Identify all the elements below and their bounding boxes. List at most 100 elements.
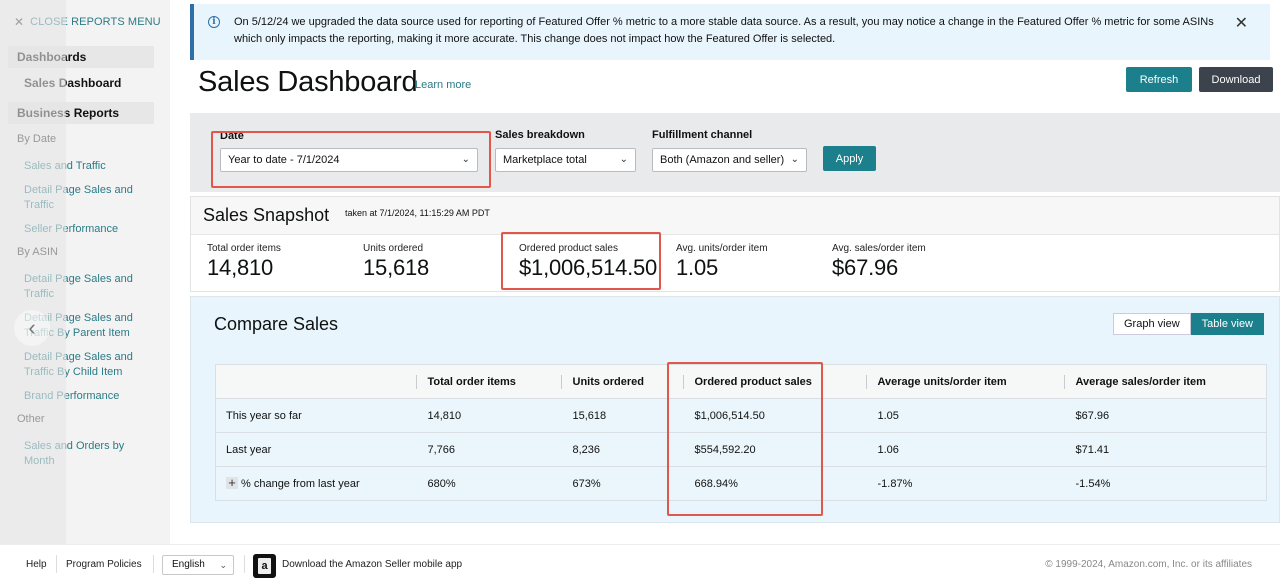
- column-header: [215, 364, 416, 399]
- table-cell: -1.87%: [865, 466, 1064, 501]
- page-title: Sales Dashboard: [198, 66, 418, 98]
- sales-breakdown-select[interactable]: Marketplace total ⌄: [495, 148, 636, 172]
- business-reports-heading: Business Reports: [8, 102, 154, 124]
- table-cell: -1.54%: [1063, 466, 1267, 501]
- table-cell: $71.41: [1063, 432, 1267, 467]
- page: ✕ CLOSE REPORTS MENU Dashboards Sales Da…: [0, 0, 1280, 584]
- metric-value: $1,006,514.50: [519, 255, 658, 280]
- row-label: +% change from last year: [215, 466, 416, 501]
- chevron-down-icon: ⌄: [219, 560, 227, 570]
- metric-value: 14,810: [207, 255, 274, 280]
- table-header-row: Total order items Units ordered Ordered …: [215, 364, 1267, 399]
- column-header: Total order items: [415, 364, 561, 399]
- banner-close-icon[interactable]: ✕: [1235, 13, 1248, 33]
- group-label-other: Other: [17, 413, 45, 425]
- table-cell: 14,810: [415, 398, 561, 433]
- apply-button[interactable]: Apply: [823, 146, 876, 171]
- download-app-link[interactable]: Download the Amazon Seller mobile app: [282, 559, 462, 570]
- info-banner: i On 5/12/24 we upgraded the data source…: [190, 4, 1270, 60]
- language-select[interactable]: English ⌄: [162, 555, 234, 575]
- column-header: Average sales/order item: [1063, 364, 1267, 399]
- metric-value: $67.96: [832, 255, 899, 280]
- table-row: +% change from last year 680% 673% 668.9…: [215, 466, 1267, 501]
- metric-label: Avg. units/order item: [676, 243, 768, 254]
- dashboards-heading: Dashboards: [8, 46, 154, 68]
- table-cell: 1.05: [865, 398, 1064, 433]
- fulfillment-channel-value: Both (Amazon and seller): [660, 154, 785, 166]
- info-icon: i: [208, 16, 220, 28]
- metric-avg-sales-order-item: Avg. sales/order item $67.96: [832, 243, 926, 281]
- column-header: Average units/order item: [865, 364, 1064, 399]
- metric-avg-units-order-item: Avg. units/order item 1.05: [676, 243, 768, 281]
- close-reports-menu-button[interactable]: ✕ CLOSE REPORTS MENU: [0, 12, 170, 32]
- compare-sales-table: Total order items Units ordered Ordered …: [215, 364, 1267, 501]
- date-select-value: Year to date - 7/1/2024: [228, 154, 340, 166]
- row-label: Last year: [215, 432, 416, 467]
- fulfillment-channel-select[interactable]: Both (Amazon and seller) ⌄: [652, 148, 807, 172]
- page-footer: Help Program Policies English ⌄ a Downlo…: [0, 544, 1280, 584]
- table-cell: 7,766: [415, 432, 561, 467]
- program-policies-link[interactable]: Program Policies: [66, 559, 142, 570]
- table-cell: $554,592.20: [682, 432, 866, 467]
- table-cell: 15,618: [560, 398, 683, 433]
- group-label-by-date: By Date: [17, 133, 57, 145]
- table-cell: 673%: [560, 466, 683, 501]
- group-label-by-asin: By ASIN: [17, 246, 58, 258]
- fulfillment-channel-label: Fulfillment channel: [652, 129, 753, 141]
- language-value: English: [172, 559, 205, 570]
- sales-snapshot: Sales Snapshot taken at 7/1/2024, 11:15:…: [190, 196, 1280, 292]
- refresh-button[interactable]: Refresh: [1126, 67, 1192, 92]
- table-cell: $67.96: [1063, 398, 1267, 433]
- chevron-down-icon: ⌄: [619, 154, 628, 165]
- metric-label: Avg. sales/order item: [832, 243, 926, 254]
- metric-label: Units ordered: [363, 243, 424, 254]
- expand-plus-icon[interactable]: +: [226, 476, 238, 489]
- snapshot-header: Sales Snapshot taken at 7/1/2024, 11:15:…: [191, 197, 1279, 235]
- metric-value: 1.05: [676, 255, 719, 280]
- chevron-down-icon: ⌄: [461, 154, 470, 165]
- close-reports-menu-label: CLOSE REPORTS MENU: [30, 16, 161, 28]
- learn-more-link[interactable]: Learn more: [415, 79, 471, 91]
- snapshot-title: Sales Snapshot: [203, 205, 330, 225]
- sidebar-item-brand-performance[interactable]: Brand Performance: [0, 389, 170, 404]
- chevron-down-icon: ⌄: [790, 154, 799, 165]
- reports-sidebar: ✕ CLOSE REPORTS MENU Dashboards Sales Da…: [0, 0, 170, 584]
- compare-sales: Compare Sales Graph view Table view Tota…: [190, 296, 1280, 523]
- table-cell: 1.06: [865, 432, 1064, 467]
- graph-view-button[interactable]: Graph view: [1113, 313, 1191, 335]
- sidebar-item-detail-page-sales-traffic-asin[interactable]: Detail Page Sales and Traffic: [0, 272, 170, 302]
- help-link[interactable]: Help: [26, 559, 47, 570]
- sidebar-item-sales-and-traffic[interactable]: Sales and Traffic: [0, 159, 170, 174]
- sales-breakdown-label: Sales breakdown: [495, 129, 585, 141]
- metric-value: 15,618: [363, 255, 430, 280]
- table-cell: 680%: [415, 466, 561, 501]
- date-label: Date: [220, 130, 244, 142]
- sidebar-item-sales-dashboard[interactable]: Sales Dashboard: [0, 74, 170, 92]
- column-header: Ordered product sales: [682, 364, 866, 399]
- date-select[interactable]: Year to date - 7/1/2024 ⌄: [220, 148, 478, 172]
- snapshot-timestamp: taken at 7/1/2024, 11:15:29 AM PDT: [345, 208, 490, 218]
- main-content: i On 5/12/24 we upgraded the data source…: [170, 0, 1280, 544]
- table-row: Last year 7,766 8,236 $554,592.20 1.06 $…: [215, 432, 1267, 467]
- sidebar-item-sales-orders-by-month[interactable]: Sales and Orders by Month: [0, 439, 170, 469]
- metric-label: Ordered product sales: [519, 243, 618, 254]
- table-cell: 668.94%: [682, 466, 866, 501]
- download-button[interactable]: Download: [1199, 67, 1273, 92]
- sidebar-item-seller-performance[interactable]: Seller Performance: [0, 222, 170, 237]
- banner-message: On 5/12/24 we upgraded the data source u…: [234, 16, 1214, 45]
- metric-units-ordered: Units ordered 15,618: [363, 243, 429, 281]
- chevron-left-icon[interactable]: ‹: [14, 310, 50, 346]
- sidebar-item-detail-page-sales-traffic-date[interactable]: Detail Page Sales and Traffic: [0, 183, 170, 213]
- sales-breakdown-value: Marketplace total: [503, 154, 587, 166]
- filter-bar: Date Year to date - 7/1/2024 ⌄ Sales bre…: [190, 113, 1280, 192]
- amazon-app-icon[interactable]: a: [253, 554, 276, 578]
- table-view-button[interactable]: Table view: [1190, 313, 1264, 335]
- copyright: © 1999-2024, Amazon.com, Inc. or its aff…: [1045, 559, 1252, 570]
- metric-total-order-items: Total order items 14,810: [207, 243, 281, 281]
- row-label: This year so far: [215, 398, 416, 433]
- close-icon: ✕: [14, 15, 25, 29]
- table-cell: 8,236: [560, 432, 683, 467]
- sidebar-item-detail-page-by-child[interactable]: Detail Page Sales and Traffic By Child I…: [0, 350, 170, 380]
- table-cell: $1,006,514.50: [682, 398, 866, 433]
- compare-sales-title: Compare Sales: [214, 314, 339, 334]
